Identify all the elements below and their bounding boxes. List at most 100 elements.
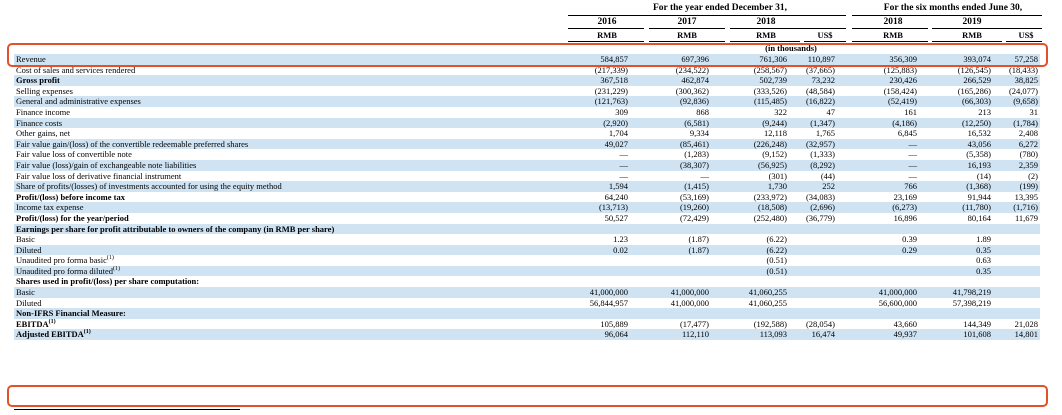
table-cell: (165,286): [957, 85, 991, 96]
table-cell: [630, 255, 711, 266]
table-cell: 1.89: [976, 234, 991, 245]
table-cell: 41,000,000: [630, 287, 711, 298]
row-label-text: Fair value loss of convertible note: [16, 149, 132, 160]
table-cell: (28,054): [805, 318, 835, 329]
row-label-text: EBITDA: [16, 318, 49, 329]
row-label: Shares used in profit/(loss) per share c…: [14, 276, 554, 287]
table-cell: 2,359: [993, 159, 1040, 171]
table-cell: (2,696): [789, 202, 837, 213]
table-cell: 266,529: [919, 75, 993, 86]
table-cell: (48,584): [805, 85, 835, 96]
table-row: Basic 41,000,000 41,000,000 41,060,255 41,00…: [14, 287, 1040, 298]
row-label-text: Unaudited pro forma basic: [16, 255, 107, 266]
table-cell: —: [837, 138, 919, 150]
year-2016: 2016: [597, 17, 617, 27]
row-label: Adjusted EBITDA(1): [14, 329, 554, 341]
table-cell: 41,798,219: [919, 287, 993, 298]
table-cell: 49,027: [554, 138, 630, 150]
row-label: Fair value (loss)/gain of exchangeable n…: [14, 159, 554, 171]
table-cell: 57,398,219: [952, 297, 991, 308]
table-cell: [789, 223, 837, 235]
table-cell: [554, 308, 630, 319]
table-cell: [919, 223, 993, 235]
table-cell: 16,532: [967, 128, 991, 139]
table-cell: 113,093: [711, 329, 789, 341]
table-row: Adjusted EBITDA(1) 96,064 112,110 113,093 16…: [14, 329, 1040, 341]
table-cell: (121,763): [554, 96, 630, 107]
table-cell: [993, 298, 1040, 309]
period-six-months-heading: For the six months ended June 30,: [883, 3, 1023, 13]
table-cell: 252: [789, 181, 837, 192]
row-label-text: Gross profit: [16, 75, 60, 86]
table-cell: (56,925): [711, 159, 789, 171]
table-row: Shares used in profit/(loss) per share c…: [14, 276, 1040, 287]
table-cell: [993, 308, 1040, 319]
table-cell: [554, 223, 630, 235]
table-cell: 9,334: [689, 128, 709, 139]
table-cell: [993, 276, 1040, 287]
table-cell: 144,349: [963, 318, 991, 329]
table-cell: (300,362): [675, 85, 709, 96]
table-cell: 322: [774, 106, 787, 117]
table-row: Unaudited pro forma basic(1) (0.51) 0.63: [14, 255, 1040, 266]
year-rule: [852, 28, 928, 29]
table-row: EBITDA(1) 105,889 (17,477) (192,588) (28,054…: [14, 319, 1040, 330]
table-row: Diluted 0.02 (1.87) (6.22) 0.29 0.35: [14, 244, 1040, 256]
table-cell: —: [837, 159, 919, 171]
table-cell: 13,395: [1014, 191, 1038, 202]
row-label: Basic: [14, 234, 554, 245]
table-cell: —: [700, 170, 710, 181]
table-cell: (17,477): [679, 318, 709, 329]
row-label-text: Profit/(loss) before income tax: [16, 191, 125, 202]
row-label: Unaudited pro forma basic(1): [14, 255, 554, 266]
table-cell: 11,679: [1014, 212, 1038, 223]
period-year-rule: [568, 15, 846, 16]
row-label: Fair value loss of derivative financial …: [14, 171, 554, 182]
table-cell: [630, 308, 711, 319]
table-cell: 230,426: [837, 75, 919, 86]
row-label-text: Non-IFRS Financial Measure:: [16, 308, 126, 319]
currency-rule: [804, 41, 846, 42]
row-label: Finance income: [14, 107, 554, 118]
row-label-text: Other gains, net: [16, 128, 71, 139]
row-label-text: Shares used in profit/(loss) per share c…: [16, 276, 200, 287]
table-cell: 16,474: [789, 329, 837, 341]
row-label-text: Finance costs: [16, 117, 63, 128]
table-cell: (233,972): [753, 191, 787, 202]
table-cell: (9,152): [762, 149, 787, 160]
table-cell: [789, 244, 837, 256]
table-cell: [554, 276, 630, 287]
row-label-text: Share of profits/(losses) of investments…: [16, 181, 282, 192]
table-cell: [789, 298, 837, 309]
table-cell: 16,896: [893, 212, 917, 223]
table-cell: 31: [1029, 106, 1039, 117]
period-year-heading: For the year ended December 31,: [652, 3, 788, 13]
table-cell: (44): [820, 170, 835, 181]
table-row: Fair value gain/(loss) of the convertibl…: [14, 138, 1040, 150]
table-cell: (2): [1028, 170, 1038, 181]
table-cell: [993, 234, 1040, 245]
table-cell: (11,780): [919, 202, 993, 213]
table-cell: (0.51): [766, 255, 787, 266]
table-cell: 64,240: [604, 191, 628, 202]
table-cell: 50,527: [604, 212, 628, 223]
footnote-marker: (1): [48, 319, 56, 326]
table-cell: 0.35: [919, 244, 993, 256]
table-row: Income tax expense (13,713) (19,260) (18,50…: [14, 202, 1040, 213]
table-row: Fair value loss of derivative financial …: [14, 171, 1040, 182]
table-cell: [789, 287, 837, 298]
table-cell: (6.22): [766, 234, 787, 245]
table-cell: (6,581): [630, 117, 711, 129]
table-cell: 868: [696, 106, 709, 117]
table-cell: 41,060,255: [711, 287, 789, 298]
table-cell: 1,730: [711, 181, 789, 192]
table-row: Diluted 56,844,957 41,000,000 41,060,255 56,…: [14, 298, 1040, 309]
table-cell: 16,193: [919, 159, 993, 171]
row-label: General and administrative expenses: [14, 96, 554, 107]
table-cell: 43,660: [893, 318, 917, 329]
table-row: Profit/(loss) before income tax 64,240 (53…: [14, 192, 1040, 203]
table-cell: 6,845: [897, 128, 917, 139]
table-cell: (9,244): [711, 117, 789, 129]
table-cell: —: [619, 170, 629, 181]
table-cell: (36,779): [805, 212, 835, 223]
